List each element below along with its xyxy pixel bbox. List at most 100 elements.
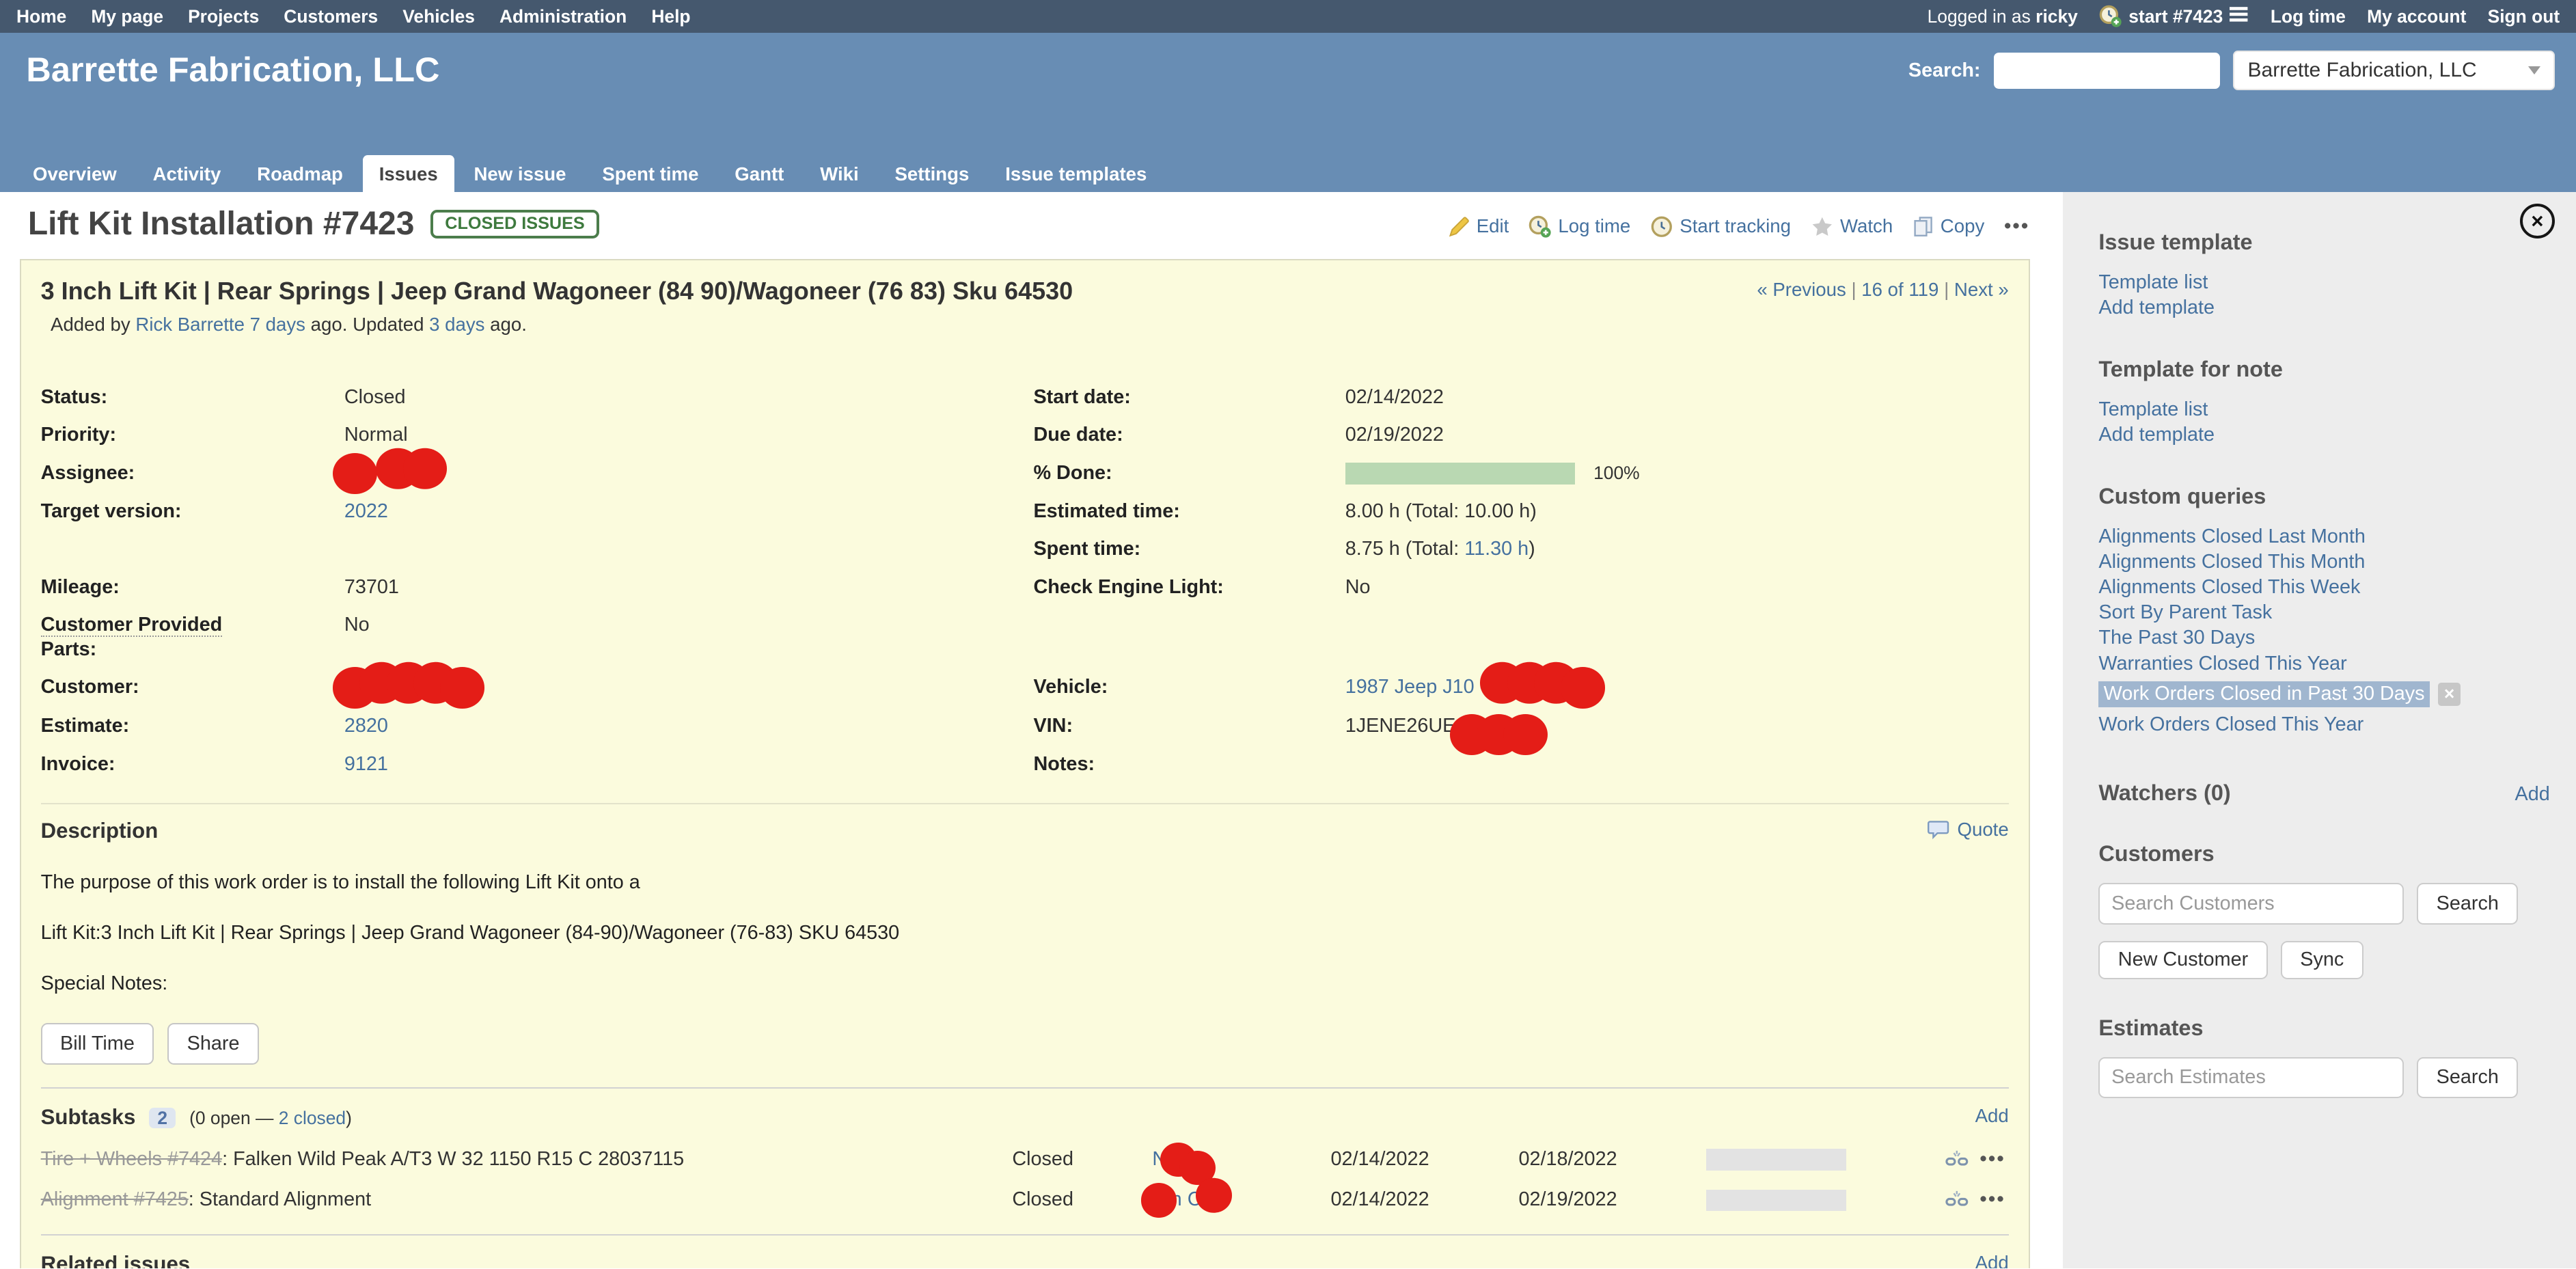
issue-template-heading: Issue template — [2098, 230, 2553, 255]
subtask-title: : Standard Alignment — [189, 1188, 371, 1210]
issue-attributes: Status: Closed Start date: 02/14/2022 Pr… — [41, 385, 2009, 776]
tab-roadmap[interactable]: Roadmap — [241, 155, 359, 192]
due-date-label: Due date: — [1033, 422, 1345, 447]
custom-query-link[interactable]: Alignments Closed Last Month — [2098, 524, 2553, 549]
custom-query-link[interactable]: Work Orders Closed in Past 30 Days — [2104, 683, 2425, 705]
subtask-status: Closed — [1012, 1148, 1152, 1171]
topbar-customers[interactable]: Customers — [284, 6, 378, 27]
related-issues-heading: Related issues — [41, 1252, 191, 1269]
start-issue-timer-link[interactable]: start #7423 — [2128, 6, 2223, 27]
remove-query-icon[interactable]: × — [2438, 683, 2461, 706]
search-estimates-button[interactable]: Search — [2417, 1057, 2518, 1098]
subtasks-closed-link[interactable]: 2 closed — [279, 1108, 346, 1128]
custom-query-link[interactable]: Warranties Closed This Year — [2098, 651, 2553, 677]
custom-query-link[interactable]: Alignments Closed This Month — [2098, 549, 2553, 575]
author-link[interactable]: Rick Barrette — [135, 314, 245, 335]
issue-add-template-link[interactable]: Add template — [2098, 295, 2553, 320]
issue-actions: Edit Log time Start tr — [1449, 215, 2030, 238]
issue-template-list-link[interactable]: Template list — [2098, 270, 2553, 295]
subtask-start-date: 02/14/2022 — [1330, 1148, 1518, 1171]
tab-overview[interactable]: Overview — [16, 155, 133, 192]
top-menu: Home My page Projects Customers Vehicles… — [16, 6, 691, 27]
estimate-value: 2820 — [344, 713, 1034, 739]
progress-percent: 100% — [1593, 463, 1640, 483]
subtask-link[interactable]: Tire + Wheels #7424 — [41, 1148, 222, 1170]
add-watcher-link[interactable]: Add — [2515, 783, 2550, 806]
custom-query-link[interactable]: Sort By Parent Task — [2098, 600, 2553, 625]
add-subtask-link[interactable]: Add — [1975, 1105, 2009, 1127]
tab-settings[interactable]: Settings — [878, 155, 985, 192]
tab-spent-time[interactable]: Spent time — [586, 155, 715, 192]
custom-query-link[interactable]: The Past 30 Days — [2098, 625, 2553, 651]
topbar-vehicles[interactable]: Vehicles — [402, 6, 475, 27]
search-customers-button[interactable]: Search — [2417, 883, 2518, 924]
add-related-issue-link[interactable]: Add — [1975, 1252, 2009, 1269]
tab-new-issue[interactable]: New issue — [457, 155, 582, 192]
copy-button[interactable]: Copy — [1913, 215, 1984, 237]
topbar-home[interactable]: Home — [16, 6, 66, 27]
divider — [41, 1087, 2009, 1089]
subtask-more-button[interactable]: ••• — [1979, 1148, 2005, 1171]
subtask-link[interactable]: Alignment #7425 — [41, 1188, 189, 1210]
description-buttons: Bill Time Share — [41, 1023, 2009, 1065]
bill-time-button[interactable]: Bill Time — [41, 1023, 154, 1065]
subtask-status: Closed — [1012, 1188, 1152, 1211]
tab-gantt[interactable]: Gantt — [718, 155, 800, 192]
unlink-icon[interactable] — [1945, 1149, 1969, 1170]
custom-queries-list: Alignments Closed Last Month Alignments … — [2098, 524, 2553, 738]
subtask-progress — [1706, 1188, 1945, 1211]
invoice-link[interactable]: 9121 — [344, 753, 388, 775]
added-ago-link[interactable]: 7 days — [250, 314, 305, 335]
tab-issues[interactable]: Issues — [363, 155, 454, 192]
tab-issue-templates[interactable]: Issue templates — [989, 155, 1163, 192]
share-button[interactable]: Share — [167, 1023, 259, 1065]
redaction-blob — [1196, 1178, 1232, 1212]
sync-button[interactable]: Sync — [2281, 941, 2363, 979]
tab-activity[interactable]: Activity — [137, 155, 238, 192]
custom-query-link[interactable]: Work Orders Closed This Year — [2098, 712, 2553, 737]
spent-time-link[interactable]: 11.30 h — [1464, 538, 1529, 560]
time-tracker: start #7423 — [2099, 5, 2249, 28]
new-customer-button[interactable]: New Customer — [2098, 941, 2267, 979]
watch-label: Watch — [1840, 215, 1893, 237]
close-icon[interactable]: × — [2520, 204, 2555, 238]
search-input[interactable] — [1994, 53, 2220, 89]
topbar-administration[interactable]: Administration — [499, 6, 627, 27]
topbar-sign-out[interactable]: Sign out — [2488, 6, 2560, 27]
vehicle-link[interactable]: 1987 Jeep J10 - — [1345, 676, 1487, 698]
copy-icon — [1913, 216, 1934, 237]
description-section: Quote Description The purpose of this wo… — [41, 803, 2009, 1065]
subtask-row: Tire + Wheels #7424: Falken Wild Peak A/… — [41, 1148, 2009, 1171]
note-add-template-link[interactable]: Add template — [2098, 422, 2553, 448]
updated-ago-link[interactable]: 3 days — [429, 314, 484, 335]
note-template-list-link[interactable]: Template list — [2098, 397, 2553, 422]
watch-button[interactable]: Watch — [1811, 215, 1893, 237]
tab-wiki[interactable]: Wiki — [804, 155, 875, 192]
search-estimates-input[interactable] — [2098, 1057, 2404, 1098]
topbar-my-page[interactable]: My page — [91, 6, 163, 27]
topbar-log-time[interactable]: Log time — [2271, 6, 2346, 27]
spent-time-prefix: 8.75 h (Total: — [1345, 538, 1464, 560]
start-tracking-button[interactable]: Start tracking — [1650, 215, 1791, 238]
log-time-button[interactable]: Log time — [1529, 215, 1630, 238]
topbar-my-account[interactable]: My account — [2367, 6, 2466, 27]
custom-query-link[interactable]: Alignments Closed This Week — [2098, 575, 2553, 600]
description-paragraph: Special Notes: — [41, 972, 2009, 995]
topbar-help[interactable]: Help — [651, 6, 690, 27]
timer-list-icon[interactable] — [2230, 6, 2249, 27]
spacer — [1033, 612, 1345, 661]
next-issue-link[interactable]: Next » — [1954, 279, 2009, 300]
topbar-projects[interactable]: Projects — [188, 6, 259, 27]
previous-issue-link[interactable]: « Previous — [1757, 279, 1846, 300]
target-version-link[interactable]: 2022 — [344, 500, 388, 522]
quote-button[interactable]: Quote — [1928, 819, 2008, 841]
subtask-more-button[interactable]: ••• — [1979, 1188, 2005, 1211]
estimate-link[interactable]: 2820 — [344, 715, 388, 737]
unlink-icon[interactable] — [1945, 1189, 1969, 1210]
byline-middle: ago. Updated — [311, 314, 424, 335]
edit-button[interactable]: Edit — [1449, 215, 1509, 237]
project-jump-select[interactable]: Barrette Fabrication, LLC — [2233, 51, 2555, 90]
watchers-heading: Watchers (0) — [2098, 780, 2230, 806]
search-customers-input[interactable] — [2098, 883, 2404, 924]
more-actions-button[interactable]: ••• — [2004, 215, 2029, 238]
